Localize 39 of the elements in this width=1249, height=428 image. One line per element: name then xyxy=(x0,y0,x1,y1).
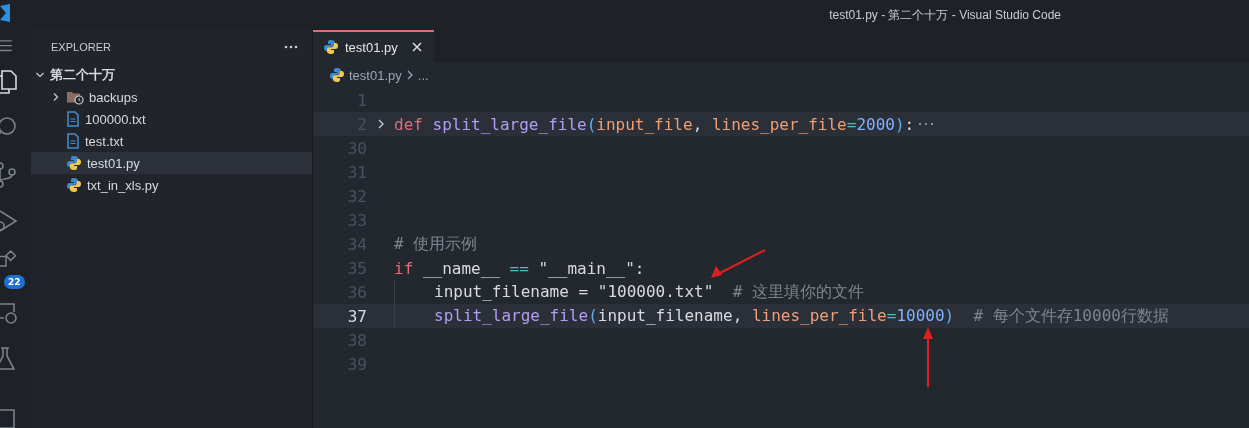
breadcrumb-item[interactable]: test01.py xyxy=(349,67,402,83)
python-icon xyxy=(66,155,82,171)
file-item[interactable]: test.txt xyxy=(31,130,312,152)
chevron-down-icon xyxy=(35,70,45,80)
folder-clock-icon xyxy=(66,89,84,105)
chevron-right-icon xyxy=(51,92,61,102)
more-actions-icon[interactable] xyxy=(284,45,298,49)
editor-tab[interactable]: test01.py xyxy=(313,30,434,62)
annotation-arrow xyxy=(921,326,935,388)
line-number: 37 xyxy=(346,306,367,326)
chevron-right-icon xyxy=(405,70,414,80)
file-item[interactable]: 100000.txt xyxy=(31,108,312,130)
code-line: def split_large_file(input_file, lines_per_file=2000): xyxy=(394,114,915,134)
breadcrumb-item[interactable]: ... xyxy=(417,67,429,83)
ellipsis-icon[interactable] xyxy=(918,122,935,126)
python-icon xyxy=(323,39,339,55)
file-item[interactable]: test01.py xyxy=(31,152,312,174)
sidebar-title: EXPLORER xyxy=(51,41,111,53)
window-icon[interactable] xyxy=(0,408,16,428)
folder-item[interactable]: 第二个十万 xyxy=(31,64,312,86)
window-title: test01.py - 第二个十万 - Visual Studio Code xyxy=(829,6,1061,24)
flask-icon[interactable] xyxy=(0,345,16,372)
code-line: split_large_file(input_filename, lines_per_file=10000) # 每个文件存10000行数据 xyxy=(434,305,1169,327)
code-line: if __name__ == "__main__": xyxy=(394,258,645,278)
code-line: # 使用示例 xyxy=(394,233,478,255)
document-icon xyxy=(66,133,80,149)
count-badge: 22 xyxy=(4,274,25,289)
code-line: input_filename = "100000.txt" # 这里填你的文件 xyxy=(434,281,864,303)
python-icon xyxy=(66,177,82,193)
file-item[interactable]: txt_in_xls.py xyxy=(31,174,312,196)
files-icon[interactable] xyxy=(0,69,18,96)
file-item[interactable]: backups xyxy=(31,86,312,108)
extensions-icon[interactable] xyxy=(0,250,16,268)
document-icon xyxy=(66,111,80,127)
annotation-arrow xyxy=(708,247,768,281)
app-logo xyxy=(0,4,10,22)
python-icon xyxy=(329,67,345,83)
run-debug-icon[interactable] xyxy=(0,207,18,234)
branch-icon[interactable] xyxy=(0,161,18,188)
